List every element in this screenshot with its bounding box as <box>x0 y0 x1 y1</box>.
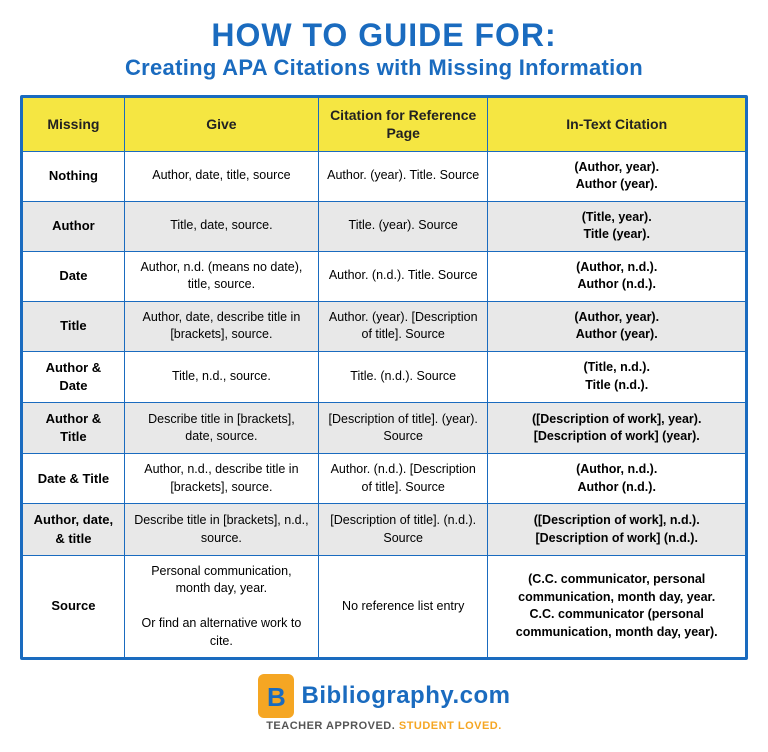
cell-missing: Author, date, & title <box>23 504 125 555</box>
cell-intext: (Author, n.d.). Author (n.d.). <box>488 454 746 504</box>
cell-citation: Author. (year). Title. Source <box>318 151 487 201</box>
cell-missing: Author & Date <box>23 351 125 402</box>
cell-intext: (C.C. communicator, personal communicati… <box>488 555 746 658</box>
logo-icon: B <box>258 674 294 718</box>
cell-missing: Date <box>23 251 125 301</box>
svg-text:B: B <box>267 682 286 712</box>
cell-give: Describe title in [brackets], date, sour… <box>124 402 318 453</box>
cell-intext: (Author, year). Author (year). <box>488 151 746 201</box>
tagline-approved: TEACHER APPROVED. <box>266 720 395 732</box>
cell-give: Author, date, title, source <box>124 151 318 201</box>
table-row: Date & TitleAuthor, n.d., describe title… <box>23 454 746 504</box>
cell-citation: Title. (n.d.). Source <box>318 351 487 402</box>
cell-missing: Title <box>23 301 125 351</box>
cell-give: Personal communication, month day, year.… <box>124 555 318 658</box>
cell-give: Author, date, describe title in [bracket… <box>124 301 318 351</box>
tagline-loved: STUDENT LOVED. <box>399 720 502 732</box>
cell-citation: [Description of title]. (n.d.). Source <box>318 504 487 555</box>
table-row: Author & TitleDescribe title in [bracket… <box>23 402 746 453</box>
sub-title: Creating APA Citations with Missing Info… <box>125 55 643 81</box>
footer-logo: B Bibliography.com <box>258 674 511 718</box>
col-citation: Citation for Reference Page <box>318 98 487 151</box>
site-name: Bibliography.com <box>302 682 511 710</box>
cell-citation: [Description of title]. (year). Source <box>318 402 487 453</box>
cell-intext: (Title, year). Title (year). <box>488 201 746 251</box>
cell-intext: (Author, year). Author (year). <box>488 301 746 351</box>
cell-missing: Nothing <box>23 151 125 201</box>
cell-citation: No reference list entry <box>318 555 487 658</box>
main-title: HOW TO GUIDE FOR: <box>211 18 556 53</box>
table-row: Author, date, & titleDescribe title in [… <box>23 504 746 555</box>
cell-citation: Title. (year). Source <box>318 201 487 251</box>
table-row: Author & DateTitle, n.d., source.Title. … <box>23 351 746 402</box>
cell-missing: Author <box>23 201 125 251</box>
cell-give: Describe title in [brackets], n.d., sour… <box>124 504 318 555</box>
footer: B Bibliography.com TEACHER APPROVED. STU… <box>258 674 511 732</box>
cell-citation: Author. (n.d.). Title. Source <box>318 251 487 301</box>
cell-citation: Author. (n.d.). [Description of title]. … <box>318 454 487 504</box>
footer-tagline: TEACHER APPROVED. STUDENT LOVED. <box>266 720 502 732</box>
table-row: TitleAuthor, date, describe title in [br… <box>23 301 746 351</box>
b-icon: B <box>262 678 290 714</box>
col-give: Give <box>124 98 318 151</box>
cell-intext: (Title, n.d.). Title (n.d.). <box>488 351 746 402</box>
cell-intext: (Author, n.d.). Author (n.d.). <box>488 251 746 301</box>
cell-give: Author, n.d. (means no date), title, sou… <box>124 251 318 301</box>
table-row: DateAuthor, n.d. (means no date), title,… <box>23 251 746 301</box>
cell-missing: Source <box>23 555 125 658</box>
cell-give: Title, date, source. <box>124 201 318 251</box>
cell-give: Title, n.d., source. <box>124 351 318 402</box>
cell-give: Author, n.d., describe title in [bracket… <box>124 454 318 504</box>
apa-guide-table: Missing Give Citation for Reference Page… <box>20 95 748 660</box>
cell-intext: ([Description of work], year). [Descript… <box>488 402 746 453</box>
col-intext: In-Text Citation <box>488 98 746 151</box>
cell-missing: Date & Title <box>23 454 125 504</box>
cell-citation: Author. (year). [Description of title]. … <box>318 301 487 351</box>
table-row: AuthorTitle, date, source.Title. (year).… <box>23 201 746 251</box>
col-missing: Missing <box>23 98 125 151</box>
table-row: SourcePersonal communication, month day,… <box>23 555 746 658</box>
cell-intext: ([Description of work], n.d.). [Descript… <box>488 504 746 555</box>
cell-missing: Author & Title <box>23 402 125 453</box>
table-row: NothingAuthor, date, title, sourceAuthor… <box>23 151 746 201</box>
